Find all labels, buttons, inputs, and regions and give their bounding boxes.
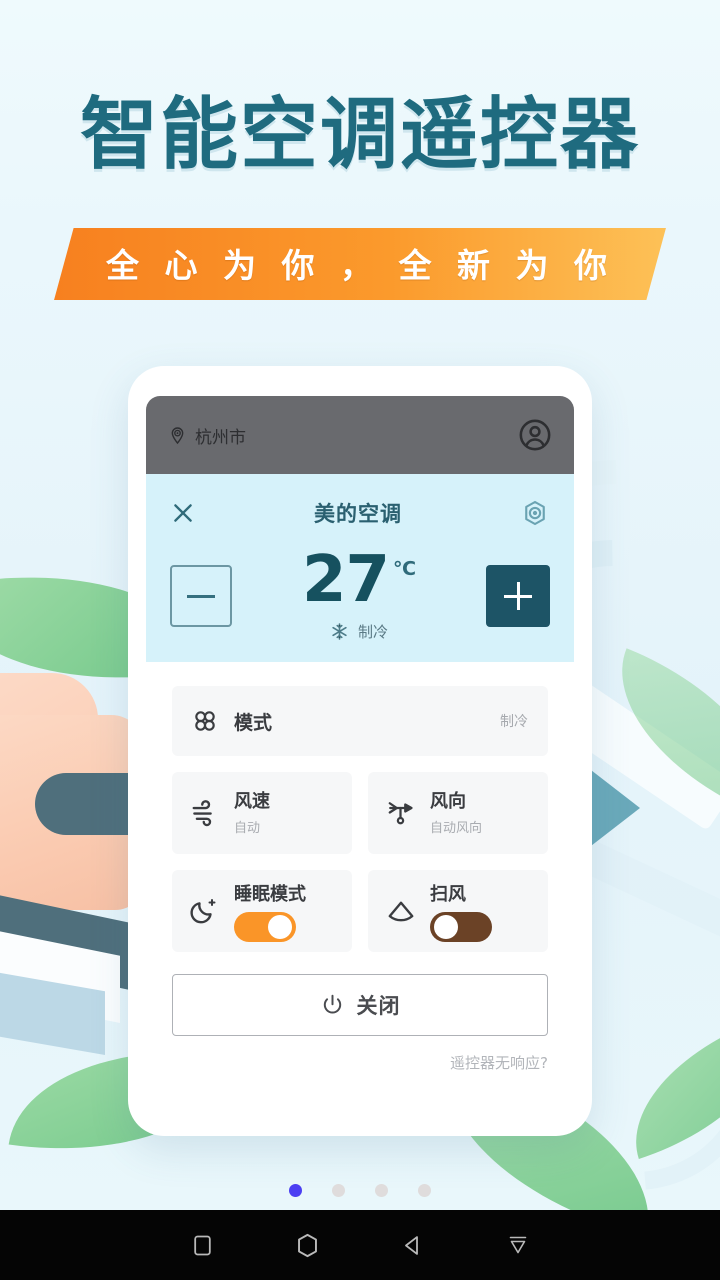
location-pin-icon — [171, 426, 184, 444]
current-mode-indicator: 制冷 — [232, 621, 486, 642]
sleep-mode-toggle[interactable] — [234, 912, 296, 943]
current-mode-label: 制冷 — [357, 623, 388, 642]
mode-row-label: 模式 — [234, 711, 273, 734]
user-avatar-icon[interactable] — [518, 418, 552, 452]
mode-row[interactable]: 模式 制冷 — [172, 686, 548, 757]
temperature-value-row: 27 ℃ — [232, 543, 486, 617]
location-label: 杭州市 — [195, 427, 246, 448]
temperature-unit: ℃ — [393, 558, 417, 580]
temperature-decrease-button[interactable] — [170, 565, 232, 628]
remote-help-link[interactable]: 遥控器无响应? — [172, 1052, 548, 1073]
fan-speed-text: 风速 自动 — [234, 791, 270, 836]
power-icon — [323, 994, 341, 1014]
ac-panel-header: 美的空调 — [170, 494, 550, 532]
wind-direction-tile[interactable]: 风向 自动风向 — [368, 772, 548, 855]
wind-speed-icon — [192, 800, 212, 827]
fan-speed-label: 风速 — [234, 791, 270, 813]
mode-row-value: 制冷 — [500, 714, 528, 731]
pagination-dots — [0, 1184, 720, 1197]
pagination-dot-1[interactable] — [289, 1184, 302, 1197]
ac-device-title: 美的空调 — [314, 502, 402, 526]
wind-direction-value: 自动风向 — [430, 820, 483, 836]
ac-control-panel: 美的空调 27 ℃ 制冷 — [146, 474, 574, 663]
subtitle-ribbon: 全 心 为 你 ， 全 新 为 你 — [54, 228, 666, 300]
sleep-mode-text: 睡眠模式 — [234, 880, 306, 943]
location-indicator[interactable]: 杭州市 — [168, 423, 246, 448]
pagination-dot-2[interactable] — [332, 1184, 345, 1197]
android-navigation-bar — [0, 1210, 720, 1280]
power-off-label: 关闭 — [356, 994, 401, 1019]
temperature-value: 27 — [301, 543, 390, 617]
toggle-knob — [434, 915, 458, 940]
ac-temperature-controls: 27 ℃ 制冷 — [170, 543, 550, 642]
page-title: 智能空调遥控器 — [79, 90, 640, 180]
background-top-gradient — [0, 0, 720, 420]
fan-speed-tile[interactable]: 风速 自动 — [172, 772, 352, 855]
sleep-mode-label: 睡眠模式 — [234, 884, 306, 906]
swing-label: 扫风 — [430, 884, 466, 906]
pagination-dot-3[interactable] — [375, 1184, 388, 1197]
fan-speed-value: 自动 — [234, 820, 261, 836]
phone-mockup: 杭州市 美的空调 27 ℃ 制冷 模式 制冷 风速 自动 风向 自动风向 睡眠模… — [128, 366, 592, 1136]
home-button[interactable] — [255, 1231, 360, 1260]
close-x-icon[interactable] — [170, 500, 196, 526]
moon-sleep-icon — [190, 899, 216, 924]
back-button[interactable] — [360, 1232, 465, 1259]
back-triangle-icon — [405, 1235, 418, 1255]
ac-settings-card: 模式 制冷 风速 自动 风向 自动风向 睡眠模式 扫风 关闭 遥控器无响应? — [146, 662, 574, 1092]
recents-square-icon — [194, 1235, 211, 1255]
wind-direction-label: 风向 — [430, 791, 466, 813]
toggle-settings-grid: 睡眠模式 扫风 — [172, 870, 548, 953]
snowflake-icon — [332, 623, 347, 641]
toggle-knob — [268, 915, 292, 940]
pagination-dot-4[interactable] — [418, 1184, 431, 1197]
swing-text: 扫风 — [430, 880, 492, 943]
subtitle-ribbon-wrapper: 全 心 为 你 ， 全 新 为 你 — [0, 228, 720, 300]
temperature-display: 27 ℃ 制冷 — [232, 543, 486, 642]
swing-tile[interactable]: 扫风 — [368, 870, 548, 953]
swing-toggle[interactable] — [430, 912, 492, 943]
swing-fan-icon — [388, 902, 414, 922]
power-off-button[interactable]: 关闭 — [172, 974, 548, 1037]
wind-direction-text: 风向 自动风向 — [430, 791, 482, 836]
recents-button[interactable] — [150, 1232, 255, 1259]
temperature-increase-button[interactable] — [486, 565, 550, 628]
settings-gear-icon[interactable] — [520, 498, 550, 528]
home-hexagon-icon — [298, 1233, 317, 1257]
sleep-mode-tile[interactable]: 睡眠模式 — [172, 870, 352, 953]
hide-keyboard-button[interactable] — [465, 1233, 570, 1257]
four-petal-mode-icon — [195, 711, 215, 732]
fan-settings-grid: 风速 自动 风向 自动风向 — [172, 772, 548, 855]
app-statusbar: 杭州市 — [146, 396, 574, 474]
hide-keyboard-icon — [509, 1236, 526, 1254]
wind-direction-vane-icon — [388, 802, 413, 825]
